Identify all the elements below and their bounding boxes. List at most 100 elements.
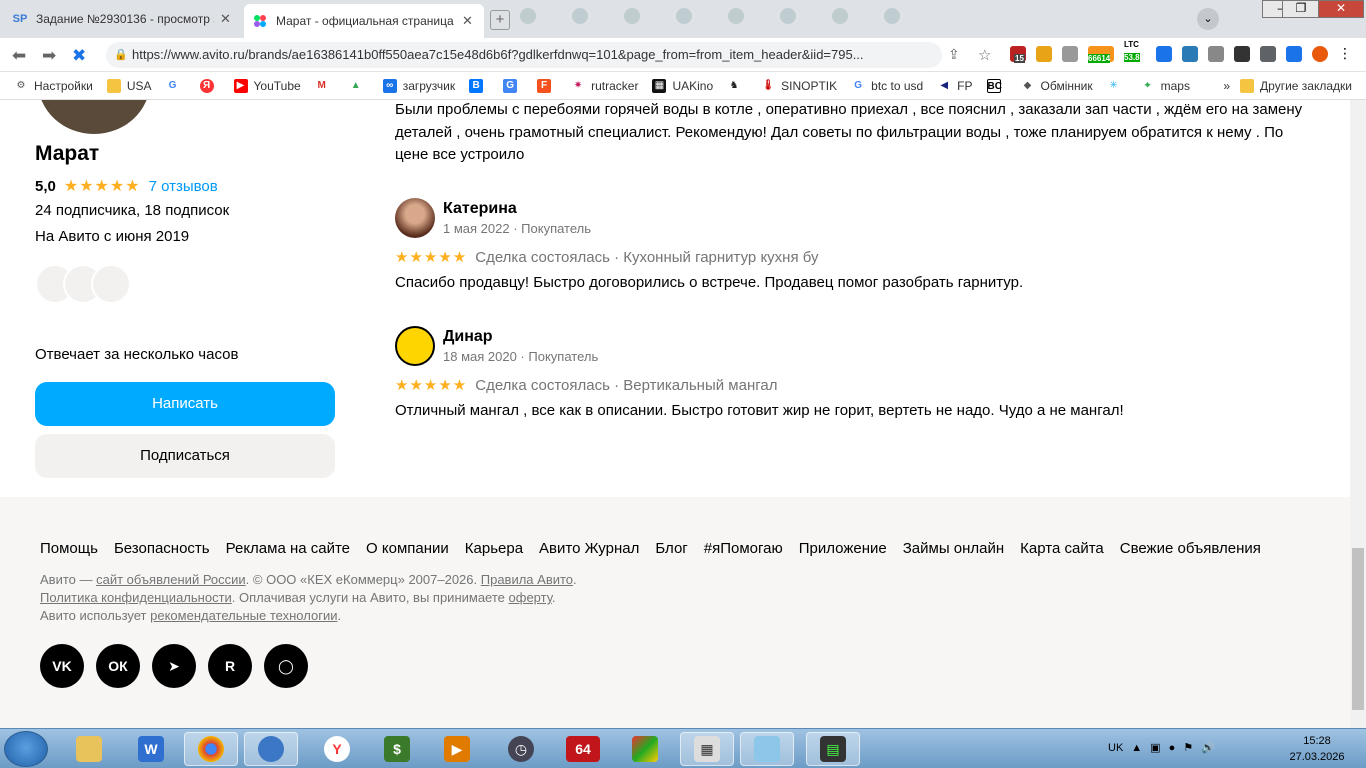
tab-search-icon[interactable]: ⌄ xyxy=(1197,8,1219,30)
bookmark-chess[interactable]: ♞ xyxy=(727,79,747,93)
bookmark-drive[interactable]: ▲ xyxy=(349,79,369,93)
bookmark-f[interactable]: F xyxy=(537,78,557,93)
btc-extension-icon[interactable]: 66614 xyxy=(1088,46,1114,63)
network-icon[interactable]: ▣ xyxy=(1150,741,1160,754)
forward-arrow-icon[interactable]: ➡ xyxy=(42,46,56,66)
bookmark-usa[interactable]: USA xyxy=(106,78,152,93)
tray-app-icon[interactable]: ● xyxy=(1169,742,1176,754)
profile-avatar[interactable] xyxy=(1312,46,1328,62)
review-item-link[interactable]: Вертикальный мангал xyxy=(623,377,777,394)
bookmark-bc[interactable]: BC xyxy=(986,78,1007,93)
footer-link[interactable]: #яПомогаю xyxy=(704,540,783,557)
tray-clock[interactable]: 15:28 27.03.2026 xyxy=(1282,733,1352,765)
subscribe-button[interactable]: Подписаться xyxy=(35,434,335,478)
extension-icon[interactable] xyxy=(1208,46,1224,62)
tab-zadanie[interactable]: SP Задание №2930136 - просмотр з ✕ xyxy=(4,4,242,34)
photo-app-icon[interactable] xyxy=(618,732,672,766)
shield-app-icon[interactable]: W xyxy=(124,732,178,766)
review-item-link[interactable]: Кухонный гарнитур кухня бу xyxy=(623,249,818,266)
notes-app-icon[interactable] xyxy=(740,732,794,766)
footer-inline-link[interactable]: сайт объявлений России xyxy=(96,572,246,587)
footer-link[interactable]: Безопасность xyxy=(114,540,210,557)
aida64-icon[interactable]: 64 xyxy=(556,732,610,766)
ok-icon[interactable]: ОК xyxy=(96,644,140,688)
close-icon[interactable]: ✕ xyxy=(462,13,476,29)
subscribers-count[interactable]: 24 подписчика, 18 подписок xyxy=(35,202,229,219)
extension-icon[interactable] xyxy=(1062,46,1078,62)
extension-icon[interactable]: 15 xyxy=(1010,46,1026,63)
chrome-icon[interactable] xyxy=(184,732,238,766)
maximize-button[interactable]: ❐ xyxy=(1282,0,1320,18)
bookmark-gmail[interactable]: M xyxy=(315,79,335,93)
downloads-icon[interactable] xyxy=(1286,46,1302,62)
download-extension-icon[interactable] xyxy=(1182,46,1198,62)
bookmark-zagruzchik[interactable]: ∞ загрузчик xyxy=(382,78,455,93)
bookmark-yandex[interactable]: Я xyxy=(199,78,220,93)
bookmark-obminnik[interactable]: ◆ Обмінник xyxy=(1021,79,1093,93)
tray-arrow-icon[interactable]: ▲ xyxy=(1131,742,1142,754)
bookmark-fp[interactable]: ◀ FP xyxy=(937,79,972,93)
calculator-icon[interactable]: ▦ xyxy=(680,732,734,766)
bookmarks-more[interactable]: » xyxy=(1223,79,1230,93)
footer-inline-link[interactable]: оферту xyxy=(509,590,552,605)
bookmark-google[interactable]: G xyxy=(166,79,186,93)
bookmark-rutracker[interactable]: ✷ rutracker xyxy=(571,79,639,93)
close-window-button[interactable]: ✕ xyxy=(1318,0,1364,18)
footer-link[interactable]: Помощь xyxy=(40,540,98,557)
tab-marat[interactable]: Марат - официальная страница ✕ xyxy=(244,4,484,38)
telegram-icon[interactable]: ➤ xyxy=(152,644,196,688)
footer-link[interactable]: Реклама на сайте xyxy=(226,540,350,557)
share-icon[interactable]: ⇪ xyxy=(948,46,960,63)
url-input[interactable]: 🔒 https://www.avito.ru/brands/ae16386141… xyxy=(106,42,942,68)
other-bookmarks[interactable]: Другие закладки xyxy=(1240,78,1352,93)
monitor-app-icon[interactable]: ▤ xyxy=(806,732,860,766)
globe-app-icon[interactable] xyxy=(244,732,298,766)
shield-extension-icon[interactable] xyxy=(1036,46,1052,62)
footer-link[interactable]: О компании xyxy=(366,540,449,557)
puzzle-icon[interactable] xyxy=(1260,46,1276,62)
clock-app-icon[interactable]: ◷ xyxy=(494,732,548,766)
bookmark-youtube[interactable]: ▶ YouTube xyxy=(233,78,301,93)
write-message-button[interactable]: Написать xyxy=(35,382,335,426)
bookmark-vk[interactable]: В xyxy=(469,78,489,93)
bookmark-btc-to-usd[interactable]: Gbtc to usd xyxy=(851,79,923,93)
footer-link[interactable]: Карта сайта xyxy=(1020,540,1104,557)
footer-link[interactable]: Блог xyxy=(655,540,687,557)
new-tab-button[interactable]: + xyxy=(490,10,510,30)
stop-icon[interactable]: ✖ xyxy=(72,46,86,66)
scrollbar-thumb[interactable] xyxy=(1352,548,1364,710)
speaker-icon[interactable]: 🔊 xyxy=(1201,741,1215,754)
footer-link[interactable]: Авито Журнал xyxy=(539,540,639,557)
flag-icon[interactable]: ⚑ xyxy=(1183,741,1193,754)
extension-icon[interactable] xyxy=(1234,46,1250,62)
footer-inline-link[interactable]: Политика конфиденциальности xyxy=(40,590,232,605)
footer-link[interactable]: Займы онлайн xyxy=(903,540,1004,557)
vk-icon[interactable]: VK xyxy=(40,644,84,688)
close-icon[interactable]: ✕ xyxy=(220,11,234,27)
footer-link[interactable]: Приложение xyxy=(799,540,887,557)
ltc-extension-icon[interactable]: LTC 53.8 xyxy=(1124,40,1146,62)
start-button[interactable] xyxy=(4,731,48,767)
rutube-icon[interactable]: R xyxy=(208,644,252,688)
footer-link[interactable]: Свежие объявления xyxy=(1120,540,1261,557)
bookmark-sinoptik[interactable]: 🌡 SINOPTIK xyxy=(761,79,837,93)
language-indicator[interactable]: UK xyxy=(1108,742,1123,754)
bookmark-translate[interactable]: G xyxy=(503,78,523,93)
chat-icon[interactable]: ◯ xyxy=(264,644,308,688)
page-scrollbar[interactable] xyxy=(1350,100,1366,728)
back-arrow-icon[interactable]: ⬅ xyxy=(12,46,26,66)
bookmark-star-icon[interactable]: ☆ xyxy=(978,46,991,64)
media-player-icon[interactable]: ▶ xyxy=(430,732,484,766)
bookmark-maps[interactable]: ⌖ maps xyxy=(1141,79,1190,93)
extension-icon[interactable] xyxy=(1156,46,1172,62)
bookmark-star[interactable]: ✳ xyxy=(1107,79,1127,93)
footer-link[interactable]: Карьера xyxy=(465,540,523,557)
footer-inline-link[interactable]: рекомендательные технологии xyxy=(150,608,337,623)
explorer-icon[interactable] xyxy=(62,732,116,766)
footer-inline-link[interactable]: Правила Авито xyxy=(481,572,573,587)
menu-dots-icon[interactable]: ⋮ xyxy=(1338,46,1354,62)
bookmark-settings[interactable]: ⚙ Настройки xyxy=(14,79,93,93)
reviews-link[interactable]: 7 отзывов xyxy=(149,178,218,195)
bookmark-uakino[interactable]: ▦ UAKino xyxy=(652,78,713,93)
money-app-icon[interactable]: $ xyxy=(370,732,424,766)
